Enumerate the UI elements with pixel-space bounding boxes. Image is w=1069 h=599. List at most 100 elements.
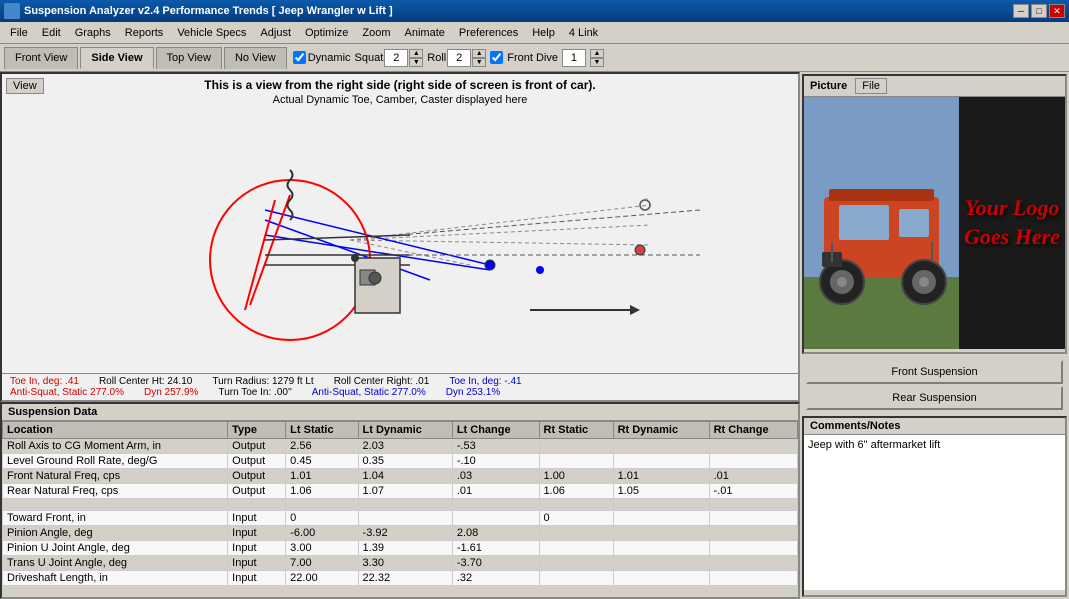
front-suspension-button[interactable]: Front Suspension: [806, 360, 1063, 384]
menu-4link[interactable]: 4 Link: [563, 25, 604, 41]
tab-controls: Dynamic Squat ▲ ▼ Roll ▲ ▼ Front Dive ▲ …: [293, 49, 604, 67]
menu-graphs[interactable]: Graphs: [69, 25, 117, 41]
close-button[interactable]: ✕: [1049, 4, 1065, 18]
menu-reports[interactable]: Reports: [119, 25, 170, 41]
table-cell: 1.06: [286, 484, 358, 499]
squat-down-arrow[interactable]: ▼: [409, 58, 423, 67]
menu-zoom[interactable]: Zoom: [356, 25, 396, 41]
front-dive-up-arrow[interactable]: ▲: [590, 49, 604, 58]
logo-area: Your Logo Goes Here: [959, 97, 1065, 349]
table-cell: .01: [709, 469, 797, 484]
menu-optimize[interactable]: Optimize: [299, 25, 354, 41]
table-cell: [452, 511, 539, 526]
rear-suspension-button[interactable]: Rear Suspension: [806, 386, 1063, 410]
table-row: Roll Axis to CG Moment Arm, inOutput2.56…: [3, 439, 798, 454]
minimize-button[interactable]: ─: [1013, 4, 1029, 18]
front-dive-down-arrow[interactable]: ▼: [590, 58, 604, 67]
table-cell: Driveshaft Length, in: [3, 571, 228, 586]
tab-top-view[interactable]: Top View: [156, 47, 222, 69]
table-cell: Output: [228, 454, 286, 469]
table-cell: -.10: [452, 454, 539, 469]
logo-text: Your Logo Goes Here: [964, 194, 1060, 251]
table-cell: [613, 556, 709, 571]
menu-animate[interactable]: Animate: [399, 25, 451, 41]
tab-side-view[interactable]: Side View: [80, 47, 153, 69]
menu-help[interactable]: Help: [526, 25, 561, 41]
picture-area: Picture File: [802, 74, 1067, 354]
roll-down-arrow[interactable]: ▼: [472, 58, 486, 67]
table-cell: 1.00: [539, 469, 613, 484]
title-bar-left: Suspension Analyzer v2.4 Performance Tre…: [4, 3, 393, 19]
table-cell: 3.30: [358, 556, 452, 571]
dynamic-checkbox-area: Dynamic: [293, 51, 351, 64]
col-rt-static: Rt Static: [539, 422, 613, 439]
dynamic-checkbox[interactable]: [293, 51, 306, 64]
table-cell: Input: [228, 556, 286, 571]
roll-input[interactable]: [447, 49, 471, 67]
table-cell: 3.00: [286, 541, 358, 556]
table-cell: [358, 511, 452, 526]
toe-in-right: Toe In, deg: -.41: [449, 376, 521, 387]
tab-no-view[interactable]: No View: [224, 47, 287, 69]
menu-adjust[interactable]: Adjust: [254, 25, 297, 41]
svg-text:◦: ◦: [645, 194, 648, 204]
table-cell: Front Natural Freq, cps: [3, 469, 228, 484]
suspension-diagram: ◦: [90, 110, 710, 370]
table-cell: -6.00: [286, 526, 358, 541]
table-cell: 0: [539, 511, 613, 526]
table-cell: [539, 541, 613, 556]
table-row: Trans U Joint Angle, degInput7.003.30-3.…: [3, 556, 798, 571]
table-cell: 2.08: [452, 526, 539, 541]
menu-vehicle-specs[interactable]: Vehicle Specs: [171, 25, 252, 41]
squat-up-arrow[interactable]: ▲: [409, 49, 423, 58]
title-bar-controls: ─ □ ✕: [1013, 4, 1065, 18]
menu-preferences[interactable]: Preferences: [453, 25, 524, 41]
status-row2: Anti-Squat, Static 277.0% Dyn 257.9% Tur…: [10, 387, 790, 398]
toe-in-left: Toe In, deg: .41: [10, 376, 79, 387]
roll-up-arrow[interactable]: ▲: [472, 49, 486, 58]
table-cell: [613, 541, 709, 556]
suspension-buttons: Front Suspension Rear Suspension: [802, 356, 1067, 414]
table-cell: [3, 499, 228, 511]
front-dive-arrows: ▲ ▼: [590, 49, 604, 67]
maximize-button[interactable]: □: [1031, 4, 1047, 18]
table-cell: 1.01: [286, 469, 358, 484]
table-cell: [709, 511, 797, 526]
table-row: Front Natural Freq, cpsOutput1.011.04.03…: [3, 469, 798, 484]
suspension-table: Location Type Lt Static Lt Dynamic Lt Ch…: [2, 421, 798, 586]
table-cell: [539, 454, 613, 469]
table-cell: 1.39: [358, 541, 452, 556]
table-cell: Input: [228, 511, 286, 526]
front-dive-checkbox[interactable]: [490, 51, 503, 64]
table-cell: -3.92: [358, 526, 452, 541]
table-cell: 0: [286, 511, 358, 526]
table-cell: Pinion Angle, deg: [3, 526, 228, 541]
picture-file-button[interactable]: File: [855, 78, 887, 94]
app-title: Suspension Analyzer v2.4 Performance Tre…: [24, 5, 393, 17]
menu-file[interactable]: File: [4, 25, 34, 41]
table-cell: Input: [228, 571, 286, 586]
view-area: View This is a view from the right side …: [0, 72, 800, 402]
data-table-container[interactable]: Location Type Lt Static Lt Dynamic Lt Ch…: [2, 421, 798, 592]
anti-squat-left: Anti-Squat, Static 277.0%: [10, 387, 124, 398]
col-lt-dynamic: Lt Dynamic: [358, 422, 452, 439]
table-cell: [709, 454, 797, 469]
table-cell: [709, 439, 797, 454]
anti-squat-right: Anti-Squat, Static 277.0%: [312, 387, 426, 398]
col-location: Location: [3, 422, 228, 439]
squat-input[interactable]: [384, 49, 408, 67]
table-row: Pinion U Joint Angle, degInput3.001.39-1…: [3, 541, 798, 556]
table-cell: 0.35: [358, 454, 452, 469]
table-cell: -.01: [709, 484, 797, 499]
table-cell: [228, 499, 286, 511]
front-dive-input[interactable]: [562, 49, 586, 67]
view-label: View: [6, 78, 44, 94]
roll-label: Roll: [427, 52, 446, 64]
front-dive-area: Front Dive ▲ ▼: [490, 49, 604, 67]
menu-edit[interactable]: Edit: [36, 25, 67, 41]
table-cell: 7.00: [286, 556, 358, 571]
comments-content[interactable]: Jeep with 6" aftermarket lift: [804, 435, 1065, 590]
table-row: Rear Natural Freq, cpsOutput1.061.07.011…: [3, 484, 798, 499]
table-cell: Trans U Joint Angle, deg: [3, 556, 228, 571]
tab-front-view[interactable]: Front View: [4, 47, 78, 69]
